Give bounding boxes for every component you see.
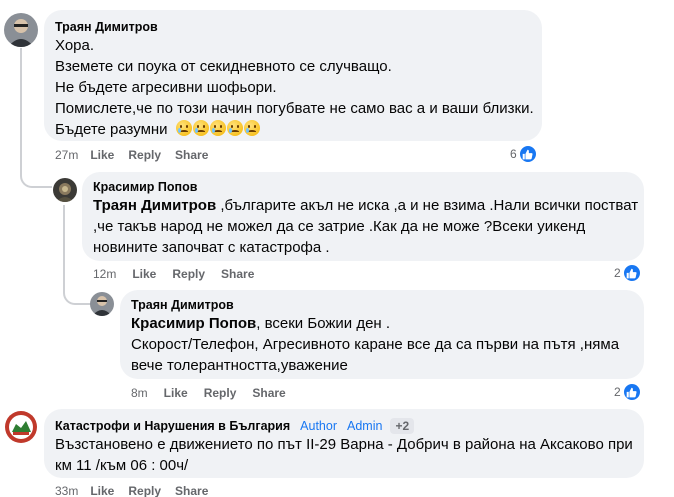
crying-face-icon bbox=[226, 120, 243, 136]
comment-text-line: Бъдете разумни bbox=[55, 119, 261, 140]
comment-author[interactable]: Траян Димитров bbox=[55, 20, 158, 34]
crying-face-icon bbox=[175, 120, 192, 136]
like-button[interactable]: Like bbox=[164, 386, 188, 400]
page-name[interactable]: Катастрофи и Нарушения в България bbox=[55, 419, 290, 433]
comment-author: Катастрофи и Нарушения в България Author… bbox=[55, 418, 415, 434]
avatar[interactable] bbox=[4, 13, 38, 47]
timestamp[interactable]: 27m bbox=[55, 148, 78, 162]
share-button[interactable]: Share bbox=[175, 148, 208, 162]
reaction-count[interactable]: 2 bbox=[614, 383, 641, 401]
like-button[interactable]: Like bbox=[90, 148, 114, 162]
comment-text-line: Скорост/Телефон, Агресивното каране все … bbox=[131, 336, 620, 353]
comment-text-line: новините започват с катастрофа . bbox=[93, 239, 330, 256]
comment-text-line: Възстановено е движението по път II-29 В… bbox=[55, 436, 633, 453]
share-button[interactable]: Share bbox=[221, 267, 254, 281]
admin-badge: Admin bbox=[347, 419, 383, 433]
crying-face-icon bbox=[192, 120, 209, 136]
comment-actions: 27m Like Reply Share bbox=[55, 148, 208, 162]
comment-text-line: вече толерантността,уважение bbox=[131, 357, 348, 374]
comment-author[interactable]: Красимир Попов bbox=[93, 180, 197, 194]
share-button[interactable]: Share bbox=[252, 386, 285, 400]
comment-actions: 33m Like Reply Share bbox=[55, 484, 208, 497]
page-avatar[interactable] bbox=[4, 410, 38, 444]
comment-text-line: Красимир Попов, всеки Божии ден . bbox=[131, 313, 390, 334]
like-button[interactable]: Like bbox=[132, 267, 156, 281]
reaction-count[interactable]: 2 bbox=[614, 264, 641, 282]
mention-link[interactable]: Траян Димитров bbox=[93, 197, 216, 214]
reply-button[interactable]: Reply bbox=[128, 148, 161, 162]
reply-button[interactable]: Reply bbox=[204, 386, 237, 400]
reply-button[interactable]: Reply bbox=[172, 267, 205, 281]
comment-text-line: Хора. bbox=[55, 37, 95, 54]
crying-face-icon bbox=[209, 120, 226, 136]
comment-text-line: ,че такъв народ не можел да се затрие .К… bbox=[93, 218, 586, 235]
timestamp[interactable]: 33m bbox=[55, 484, 78, 497]
comment-actions: 8m Like Reply Share bbox=[131, 386, 286, 400]
crying-face-icon bbox=[243, 120, 260, 136]
comment-text: Бъдете разумни bbox=[55, 121, 168, 138]
timestamp[interactable]: 8m bbox=[131, 386, 148, 400]
comment-author[interactable]: Траян Димитров bbox=[131, 298, 234, 312]
thumbs-up-icon bbox=[622, 383, 641, 401]
comment-text: ,българите акъл не иска ,а и не взима .Н… bbox=[216, 197, 639, 214]
comment-text-line: Не бъдете агресивни шофьори. bbox=[55, 79, 277, 96]
comment-actions: 12m Like Reply Share bbox=[93, 267, 254, 281]
comment-text-line: Вземете си поука от секидневното се случ… bbox=[55, 58, 392, 75]
comment-text-line: Траян Димитров ,българите акъл не иска ,… bbox=[93, 195, 638, 216]
comment-text-line: Помислете,че по този начин погубвате не … bbox=[55, 100, 534, 117]
avatar[interactable] bbox=[53, 178, 77, 202]
comment-text-line: км 11 /към 06 : 00ч/ bbox=[55, 457, 189, 474]
like-button[interactable]: Like bbox=[90, 484, 114, 497]
thumbs-up-icon bbox=[518, 145, 537, 163]
reaction-count[interactable]: 6 bbox=[510, 145, 537, 163]
emoji-row bbox=[175, 120, 261, 138]
mention-link[interactable]: Красимир Попов bbox=[131, 315, 256, 332]
comment-text: , всеки Божии ден . bbox=[256, 315, 391, 332]
avatar[interactable] bbox=[90, 292, 114, 316]
share-button[interactable]: Share bbox=[175, 484, 208, 497]
timestamp[interactable]: 12m bbox=[93, 267, 116, 281]
more-badges-button[interactable]: +2 bbox=[390, 418, 415, 434]
reply-button[interactable]: Reply bbox=[128, 484, 161, 497]
author-badge: Author bbox=[300, 419, 337, 433]
thumbs-up-icon bbox=[622, 264, 641, 282]
